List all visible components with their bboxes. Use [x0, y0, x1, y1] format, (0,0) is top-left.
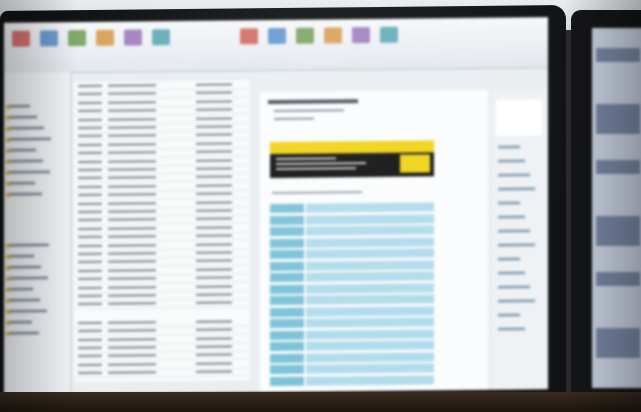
folder-item[interactable] [10, 265, 41, 269]
folder-item[interactable] [10, 148, 36, 152]
banner-text [276, 162, 366, 165]
secondary-content-block [596, 104, 640, 134]
secondary-content-block [596, 272, 640, 286]
folder-item[interactable] [10, 276, 48, 280]
secondary-content-block [596, 328, 640, 358]
details-table [260, 90, 488, 386]
folder-item[interactable] [10, 126, 44, 130]
folder-item[interactable] [10, 298, 40, 302]
todo-item[interactable] [498, 313, 520, 317]
todo-bar [492, 89, 548, 390]
todo-item[interactable] [498, 173, 530, 177]
reply-all-icon[interactable] [96, 29, 114, 46]
todo-item[interactable] [498, 327, 525, 331]
message-recipient [274, 117, 314, 121]
rules-icon[interactable] [268, 27, 286, 45]
primary-screen [4, 17, 548, 395]
message-sender [274, 109, 344, 113]
delete-icon[interactable] [40, 30, 58, 47]
message-list [74, 80, 250, 383]
folder-item[interactable] [10, 104, 30, 108]
folder-item[interactable] [10, 243, 49, 247]
quick-steps-icon[interactable] [152, 29, 170, 46]
send-receive-icon[interactable] [380, 26, 398, 43]
banner-logo [400, 154, 430, 173]
todo-item[interactable] [498, 215, 525, 219]
todo-item[interactable] [498, 243, 535, 247]
forward-icon[interactable] [124, 29, 142, 46]
secondary-content-block [596, 48, 640, 62]
folder-item[interactable] [10, 192, 42, 196]
desk-surface [0, 392, 641, 412]
todo-item[interactable] [498, 299, 535, 303]
find-icon[interactable] [352, 27, 370, 44]
message-subject [268, 99, 358, 105]
folder-item[interactable] [10, 181, 35, 185]
secondary-screen [592, 28, 641, 388]
folder-item[interactable] [10, 159, 43, 163]
todo-item[interactable] [498, 229, 530, 233]
secondary-content-block [596, 216, 640, 246]
email-ribbon [4, 17, 548, 74]
new-mail-icon[interactable] [12, 30, 30, 47]
move-icon[interactable] [240, 28, 258, 45]
reply-icon[interactable] [68, 29, 86, 47]
folder-item[interactable] [10, 170, 50, 174]
todo-item[interactable] [498, 159, 525, 163]
folder-item[interactable] [10, 254, 34, 258]
folder-item[interactable] [10, 331, 39, 335]
message-row[interactable] [74, 298, 250, 310]
body-text [272, 191, 362, 195]
banner-text [276, 167, 356, 170]
folder-item[interactable] [10, 137, 51, 141]
message-row[interactable] [74, 367, 250, 379]
folder-item[interactable] [10, 115, 37, 119]
todo-item[interactable] [498, 285, 530, 289]
calendar-widget [496, 99, 542, 136]
flag-icon[interactable] [324, 27, 342, 44]
banner-text [276, 157, 336, 160]
todo-item[interactable] [498, 257, 520, 261]
reading-pane [260, 89, 488, 393]
secondary-content-block [596, 160, 640, 174]
newsletter-banner [270, 140, 434, 179]
todo-item[interactable] [498, 201, 520, 205]
tags-icon[interactable] [296, 27, 314, 44]
todo-item[interactable] [498, 271, 525, 275]
todo-item[interactable] [498, 187, 535, 191]
banner-header [270, 140, 434, 155]
folder-item[interactable] [10, 287, 33, 291]
folder-item[interactable] [10, 320, 32, 324]
todo-item[interactable] [498, 145, 520, 149]
folder-pane [4, 72, 71, 395]
folder-item[interactable] [10, 309, 47, 313]
